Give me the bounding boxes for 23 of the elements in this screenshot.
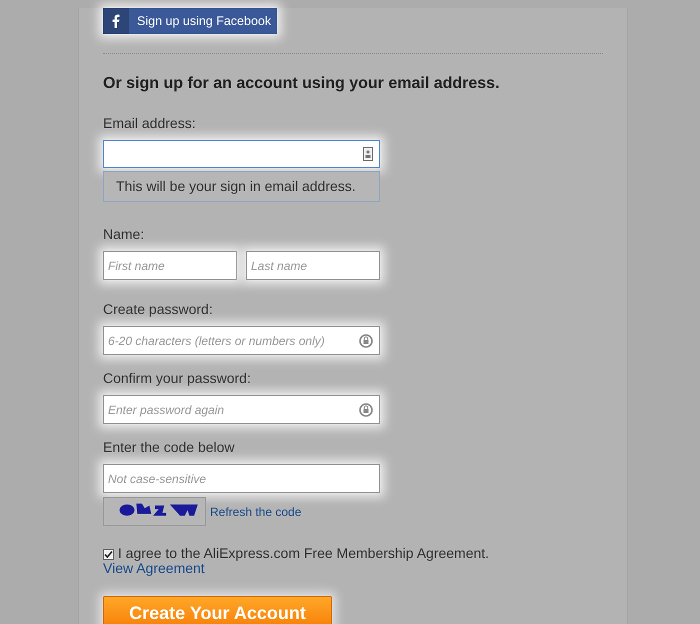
view-agreement-link[interactable]: View Agreement	[103, 560, 205, 576]
password-field[interactable]: 6-20 characters (letters or numbers only)	[103, 326, 380, 355]
last-name-field[interactable]: Last name	[246, 251, 380, 280]
hint-box: This will be your sign in email address.	[103, 171, 380, 202]
field-label: Email address:	[103, 114, 197, 133]
field-label: Create password:	[103, 300, 214, 319]
lock-icon	[359, 403, 373, 417]
checkbox[interactable]	[103, 549, 114, 560]
facebook-button[interactable]: Sign up using Facebook	[103, 8, 277, 34]
contact-card-icon	[363, 147, 373, 161]
form-heading: Or sign up for an account using your email address.	[103, 74, 501, 94]
first-name-field[interactable]: First name	[103, 251, 237, 280]
confirm-password-field[interactable]: Enter password again	[103, 395, 380, 424]
refresh-link[interactable]: Refresh the code	[210, 502, 302, 520]
field-label: Name:	[103, 225, 146, 244]
email-field[interactable]	[103, 140, 380, 168]
lock-icon	[359, 334, 373, 348]
field-label: Enter the code below	[103, 438, 236, 457]
field-label: Confirm your password:	[103, 369, 252, 388]
code-field[interactable]: Not case-sensitive	[103, 464, 380, 493]
facebook-icon	[103, 8, 129, 34]
agreement-text: I agree to the AliExpress.com Free Membership Agreement.	[118, 545, 490, 561]
create-account-button[interactable]: Create Your Account	[103, 596, 332, 624]
